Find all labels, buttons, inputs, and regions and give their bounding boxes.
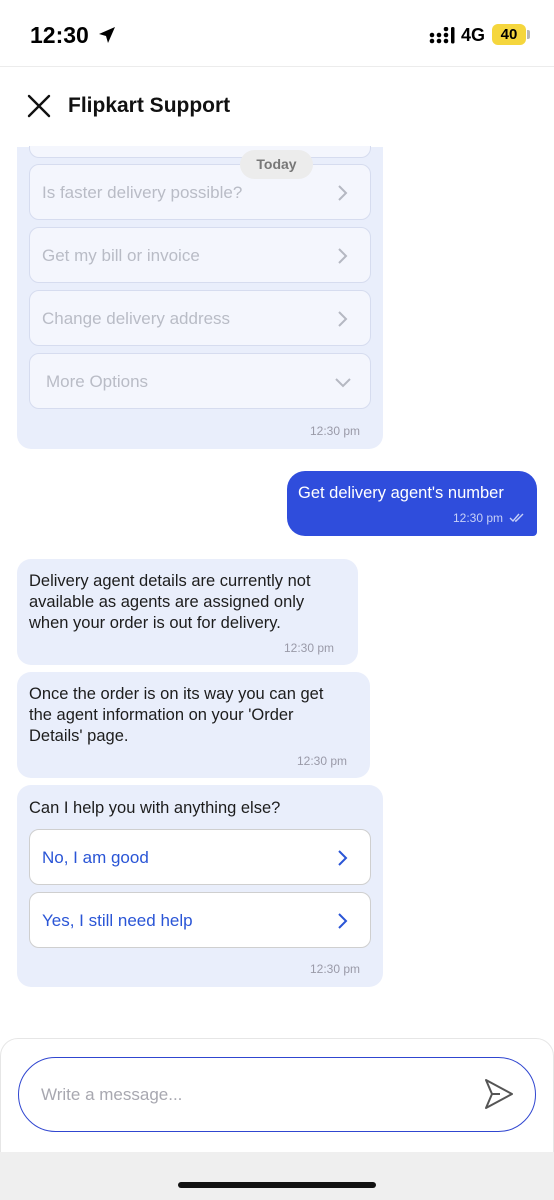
chevron-right-icon xyxy=(338,311,348,327)
date-pill: Today xyxy=(240,150,313,179)
option-still-need-help[interactable]: Yes, I still need help xyxy=(29,892,371,948)
chevron-right-icon xyxy=(338,850,348,866)
home-area xyxy=(0,1152,554,1200)
message-time: 12:30 pm xyxy=(297,754,348,768)
chevron-down-icon xyxy=(335,378,351,388)
option-label: No, I am good xyxy=(42,848,149,867)
option-partial xyxy=(29,146,371,158)
option-faster-delivery[interactable]: Is faster delivery possible? xyxy=(29,164,371,220)
option-label: Get my bill or invoice xyxy=(42,246,200,265)
close-icon[interactable] xyxy=(27,94,51,118)
bot-message-menu: Is faster delivery possible? Get my bill… xyxy=(17,147,383,449)
signal-icon xyxy=(429,27,455,44)
option-change-address[interactable]: Change delivery address xyxy=(29,290,371,346)
network-label: 4G xyxy=(461,25,486,45)
chevron-right-icon xyxy=(338,185,348,201)
status-bar: 12:30 4G 40 xyxy=(0,0,554,68)
bot-message: Delivery agent details are currently not… xyxy=(17,559,358,665)
message-line: the agent information on your 'Order xyxy=(29,706,294,724)
double-check-icon xyxy=(509,513,524,523)
bot-help-prompt: Can I help you with anything else? No, I… xyxy=(17,785,383,987)
message-line: available as agents are assigned only xyxy=(29,593,305,611)
option-label: Yes, I still need help xyxy=(42,911,193,930)
battery-cap xyxy=(527,30,530,39)
battery-icon: 40 xyxy=(492,24,526,45)
location-arrow-icon xyxy=(99,27,115,43)
message-time: 12:30 pm xyxy=(310,424,361,438)
home-indicator[interactable] xyxy=(178,1182,376,1188)
message-time: 12:30 pm xyxy=(453,511,504,525)
send-icon[interactable] xyxy=(483,1077,515,1111)
option-more-options[interactable]: More Options xyxy=(29,353,371,409)
help-prompt-text: Can I help you with anything else? xyxy=(29,799,281,817)
message-input[interactable] xyxy=(41,1080,461,1110)
page-title: Flipkart Support xyxy=(68,94,231,117)
option-bill-invoice[interactable]: Get my bill or invoice xyxy=(29,227,371,283)
chat-header: Flipkart Support xyxy=(0,67,554,147)
message-line: Once the order is on its way you can get xyxy=(29,685,324,703)
user-message: Get delivery agent's number 12:30 pm xyxy=(287,471,537,536)
chevron-right-icon xyxy=(338,248,348,264)
option-label: More Options xyxy=(46,372,149,391)
user-message-text: Get delivery agent's number xyxy=(298,484,504,502)
message-composer[interactable] xyxy=(18,1057,536,1132)
message-line: Details' page. xyxy=(29,727,129,745)
message-time: 12:30 pm xyxy=(284,641,335,655)
bot-message: Once the order is on its way you can get… xyxy=(17,672,370,778)
option-label: Change delivery address xyxy=(42,309,231,328)
message-line: Delivery agent details are currently not xyxy=(29,572,311,590)
status-time: 12:30 xyxy=(30,22,89,48)
message-line: when your order is out for delivery. xyxy=(29,614,281,632)
chevron-right-icon xyxy=(338,913,348,929)
message-time: 12:30 pm xyxy=(310,962,361,976)
option-no-i-am-good[interactable]: No, I am good xyxy=(29,829,371,885)
option-label: Is faster delivery possible? xyxy=(42,183,243,202)
